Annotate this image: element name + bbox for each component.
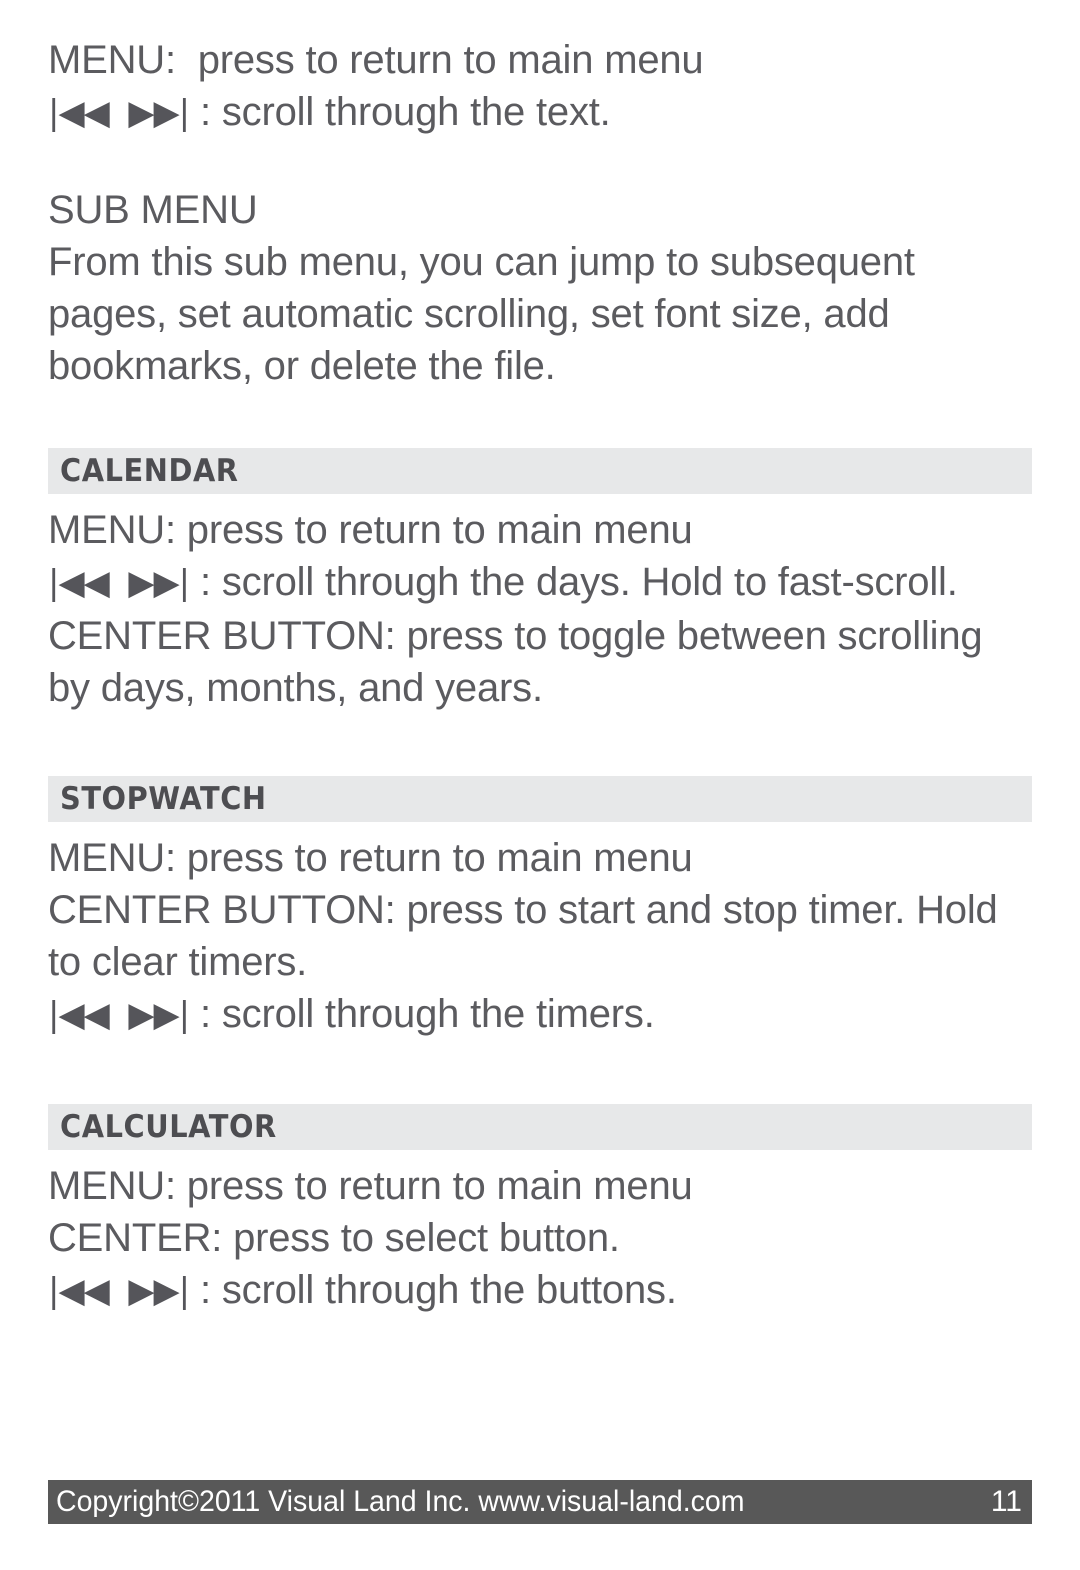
- section-title: CALCULATOR: [60, 1109, 277, 1145]
- section-line-text: : scroll through the timers.: [189, 992, 655, 1036]
- section-body: MENU: press to return to main menu CENTE…: [48, 1160, 1032, 1318]
- section-calendar: CALENDAR MENU: press to return to main m…: [48, 448, 1032, 714]
- section-stopwatch: STOPWATCH MENU: press to return to main …: [48, 776, 1032, 1042]
- prev-next-track-icon: |◀◀ ▶▶|: [48, 1271, 190, 1311]
- section-line: CENTER BUTTON: press to toggle between s…: [48, 614, 994, 710]
- footer-copyright: Copyright©2011 Visual Land Inc. www.visu…: [56, 1485, 745, 1518]
- section-line: MENU: press to return to main menu: [48, 508, 693, 552]
- prev-next-track-icon: |◀◀ ▶▶|: [48, 563, 190, 603]
- intro-line-scroll-text: : scroll through the text.: [189, 90, 611, 134]
- section-title: STOPWATCH: [60, 781, 267, 817]
- intro-block: MENU: press to return to main menu |◀◀ ▶…: [48, 34, 1032, 140]
- section-line: MENU: press to return to main menu: [48, 1164, 693, 1208]
- footer-page-number: 11: [990, 1485, 1022, 1518]
- section-line-text: : scroll through the buttons.: [189, 1268, 677, 1312]
- section-body: MENU: press to return to main menu |◀◀ ▶…: [48, 504, 1032, 714]
- section-header-band: CALCULATOR: [48, 1104, 1032, 1150]
- section-line: CENTER BUTTON: press to start and stop t…: [48, 888, 1009, 984]
- section-line: MENU: press to return to main menu: [48, 836, 693, 880]
- manual-page: MENU: press to return to main menu |◀◀ ▶…: [0, 0, 1080, 1570]
- section-header-band: STOPWATCH: [48, 776, 1032, 822]
- sub-menu-body: From this sub menu, you can jump to subs…: [48, 240, 926, 388]
- sub-menu-block: SUB MENU From this sub menu, you can jum…: [48, 184, 1032, 392]
- prev-next-track-icon: |◀◀ ▶▶|: [48, 93, 190, 133]
- section-line: |◀◀ ▶▶| : scroll through the buttons.: [48, 1264, 1032, 1318]
- section-body: MENU: press to return to main menu CENTE…: [48, 832, 1032, 1042]
- section-header-band: CALENDAR: [48, 448, 1032, 494]
- section-title: CALENDAR: [60, 453, 239, 489]
- sub-menu-heading: SUB MENU: [48, 188, 258, 232]
- intro-line-menu: MENU: press to return to main menu: [48, 38, 704, 82]
- page-content: MENU: press to return to main menu |◀◀ ▶…: [48, 34, 1032, 1318]
- section-line: |◀◀ ▶▶| : scroll through the timers.: [48, 988, 1032, 1042]
- section-calculator: CALCULATOR MENU: press to return to main…: [48, 1104, 1032, 1318]
- section-line-text: : scroll through the days. Hold to fast-…: [189, 560, 958, 604]
- section-line: CENTER: press to select button.: [48, 1216, 620, 1260]
- intro-line-scroll: |◀◀ ▶▶| : scroll through the text.: [48, 86, 1032, 140]
- page-footer: Copyright©2011 Visual Land Inc. www.visu…: [48, 1480, 1032, 1524]
- section-line: |◀◀ ▶▶| : scroll through the days. Hold …: [48, 556, 1032, 610]
- prev-next-track-icon: |◀◀ ▶▶|: [48, 995, 190, 1035]
